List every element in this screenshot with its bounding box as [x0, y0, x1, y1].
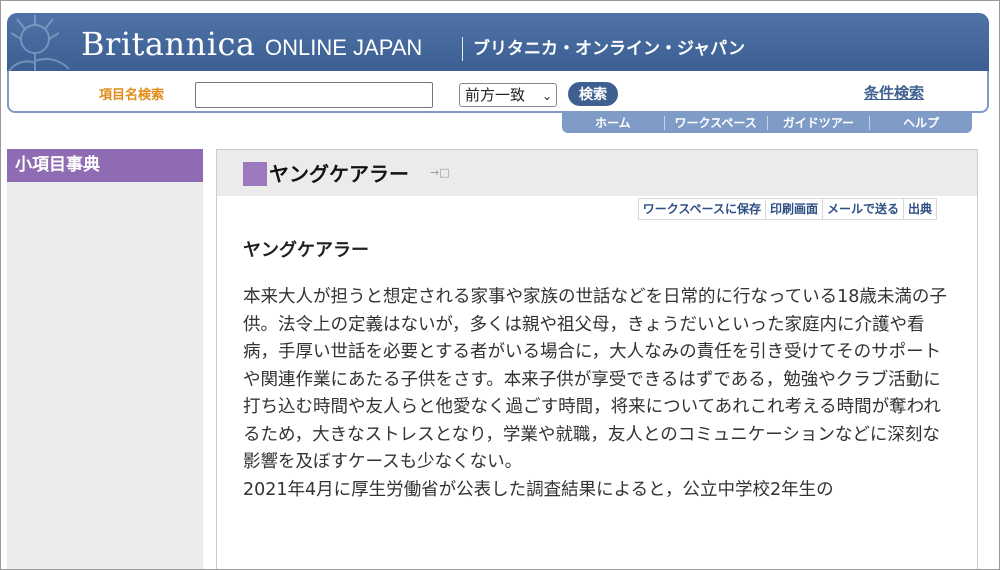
save-to-workspace-link[interactable]: ワークスペースに保存 — [639, 199, 765, 219]
brand-kana-title: ブリタニカ・オンライン・ジャパン — [473, 39, 745, 59]
chevron-down-icon: ⌄ — [541, 89, 552, 103]
tab-help[interactable]: ヘルプ — [869, 116, 972, 130]
entry-paragraph: 2021年4月に厚生労働省が公表した調査結果によると，公立中学校2年生の — [243, 479, 834, 500]
send-email-link[interactable]: メールで送る — [821, 199, 903, 219]
link-document-icon[interactable]: →□ — [430, 166, 450, 180]
search-bar: 項目名検索 前方一致 ⌄ 検索 条件検索 — [7, 71, 989, 113]
header-banner: Britannica ONLINE JAPAN ブリタニカ・オンライン・ジャパン — [7, 13, 989, 71]
brand-subtitle: ONLINE JAPAN — [265, 35, 423, 60]
search-label: 項目名検索 — [99, 88, 165, 103]
nav-tabs: ホーム ワークスペース ガイドツアー ヘルプ — [562, 113, 972, 133]
tab-guide-tour[interactable]: ガイドツアー — [766, 116, 870, 130]
entry-actions: ワークスペースに保存 印刷画面 メールで送る 出典 — [637, 198, 937, 220]
title-marker — [243, 162, 267, 186]
entry-header: ヤングケアラー →□ — [217, 150, 977, 196]
match-mode-value: 前方一致 — [465, 86, 526, 104]
sidebar-title[interactable]: 小項目事典 — [7, 149, 203, 182]
match-mode-select[interactable]: 前方一致 ⌄ — [459, 83, 557, 107]
search-input[interactable] — [195, 82, 433, 108]
browser-page: Britannica ONLINE JAPAN ブリタニカ・オンライン・ジャパン… — [0, 0, 1000, 570]
entry-paragraph: 本来大人が担うと想定される家事や家族の世話などを日常的に行なっている18歳未満の… — [243, 287, 947, 472]
entry-body: 本来大人が担うと想定される家事や家族の世話などを日常的に行なっている18歳未満の… — [243, 284, 948, 504]
tab-workspace[interactable]: ワークスペース — [663, 116, 767, 130]
entry-panel: ヤングケアラー →□ ワークスペースに保存 印刷画面 メールで送る 出典 ヤング… — [216, 149, 978, 569]
advanced-search-link[interactable]: 条件検索 — [864, 82, 924, 103]
brand-separator — [462, 37, 463, 61]
search-button[interactable]: 検索 — [568, 82, 618, 106]
source-link[interactable]: 出典 — [902, 199, 936, 219]
brand-logo[interactable]: Britannica — [81, 25, 255, 63]
tab-home[interactable]: ホーム — [562, 116, 664, 130]
sidebar: 小項目事典 — [7, 149, 203, 569]
entry-heading: ヤングケアラー — [243, 240, 369, 261]
print-view-link[interactable]: 印刷画面 — [764, 199, 822, 219]
entry-title: ヤングケアラー — [269, 162, 409, 186]
